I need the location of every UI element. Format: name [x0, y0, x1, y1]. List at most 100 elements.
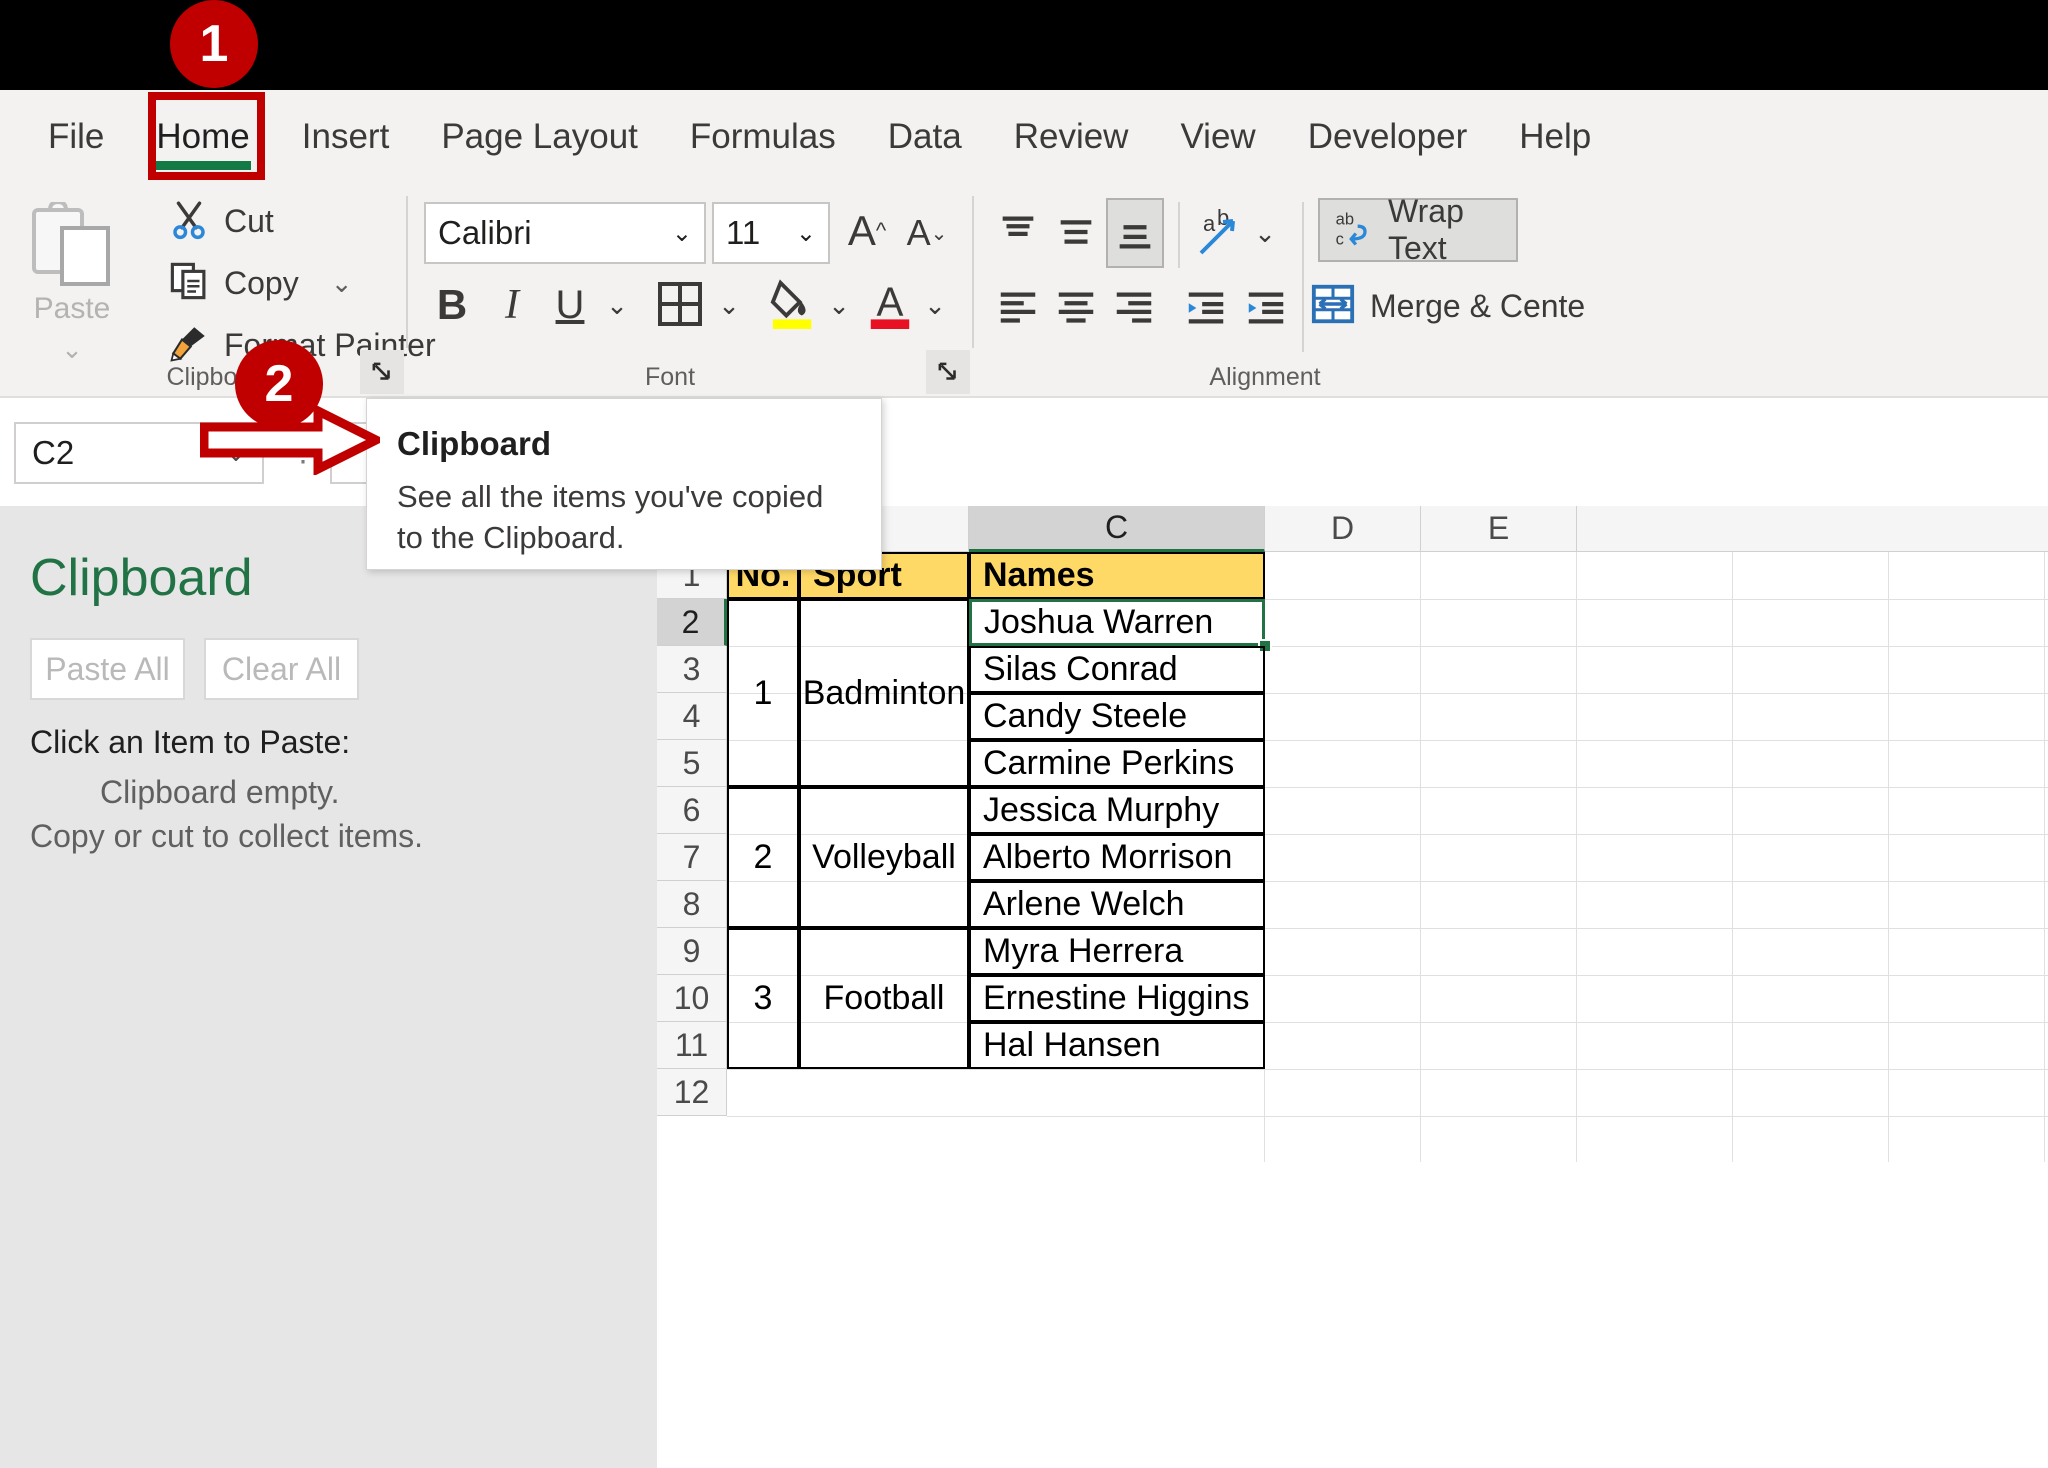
cell-c9-name[interactable]: Myra Herrera: [969, 928, 1265, 975]
svg-text:a: a: [1203, 211, 1216, 236]
tab-home[interactable]: Home: [130, 90, 275, 184]
clipboard-dialog-launcher[interactable]: [360, 350, 404, 394]
italic-button[interactable]: I: [490, 278, 534, 332]
gridline: [1732, 552, 1733, 1162]
tooltip-title: Clipboard: [397, 425, 551, 462]
cell-a2-group-no[interactable]: 1: [727, 599, 799, 787]
cell-c1-names[interactable]: Names: [969, 552, 1265, 599]
font-color-icon[interactable]: A: [862, 274, 918, 334]
gridline: [727, 1069, 2048, 1070]
row-header-3[interactable]: 3: [657, 646, 727, 693]
borders-icon[interactable]: [652, 276, 708, 332]
increase-font-size-icon[interactable]: A ^: [840, 200, 894, 262]
cell-b2-group-sport[interactable]: Badminton: [799, 599, 969, 787]
tab-review[interactable]: Review: [988, 90, 1155, 184]
cell-c4-name[interactable]: Candy Steele: [969, 693, 1265, 740]
align-top-icon[interactable]: [990, 204, 1046, 260]
tab-file[interactable]: File: [22, 90, 130, 184]
bold-button[interactable]: B: [430, 278, 474, 332]
wrap-text-button[interactable]: ab c Wrap Text: [1318, 193, 1518, 266]
font-name-chevron-down-icon[interactable]: ⌄: [672, 219, 692, 248]
align-right-icon[interactable]: [1106, 280, 1162, 336]
copy-button[interactable]: Copy ⌄: [168, 260, 353, 307]
align-center-icon[interactable]: [1048, 280, 1104, 336]
svg-text:ab: ab: [1336, 210, 1354, 228]
copy-chevron-down-icon[interactable]: ⌄: [331, 268, 353, 299]
scissors-icon: [168, 198, 210, 245]
cell-b6-group-sport[interactable]: Volleyball: [799, 787, 969, 928]
decrease-indent-icon[interactable]: [1178, 280, 1234, 336]
cell-c6-name[interactable]: Jessica Murphy: [969, 787, 1265, 834]
wrap-text-icon: ab c: [1332, 206, 1376, 255]
row-header-12[interactable]: 12: [657, 1069, 727, 1116]
tab-help[interactable]: Help: [1493, 90, 1617, 184]
clear-all-button[interactable]: Clear All: [204, 638, 359, 700]
font-name-combo[interactable]: Calibri ⌄: [424, 202, 706, 264]
tab-developer[interactable]: Developer: [1282, 90, 1494, 184]
cell-c2-name[interactable]: Joshua Warren: [969, 599, 1265, 646]
underline-chevron-down-icon[interactable]: ⌄: [600, 280, 634, 330]
fill-color-icon[interactable]: [766, 274, 822, 334]
cell-c10-name[interactable]: Ernestine Higgins: [969, 975, 1265, 1022]
cell-a6-group-no[interactable]: 2: [727, 787, 799, 928]
tab-view[interactable]: View: [1154, 90, 1281, 184]
cell-c11-name[interactable]: Hal Hansen: [969, 1022, 1265, 1069]
orientation-chevron-down-icon[interactable]: ⌄: [1248, 208, 1282, 258]
decrease-font-size-icon[interactable]: A ⌄: [900, 202, 954, 264]
row-header-2[interactable]: 2: [657, 599, 727, 646]
font-dialog-launcher[interactable]: [926, 350, 970, 394]
paste-button[interactable]: Paste ⌄: [16, 192, 128, 372]
row-header-10[interactable]: 10: [657, 975, 727, 1022]
row-header-5[interactable]: 5: [657, 740, 727, 787]
column-header-d[interactable]: D: [1265, 506, 1421, 552]
font-size-combo[interactable]: 11 ⌄: [712, 202, 830, 264]
align-middle-icon[interactable]: [1048, 204, 1104, 260]
clipboard-group-label: Clipboard: [166, 363, 274, 391]
row-header-6[interactable]: 6: [657, 787, 727, 834]
font-color-chevron-down-icon[interactable]: ⌄: [918, 280, 952, 330]
tab-formulas[interactable]: Formulas: [664, 90, 862, 184]
font-group-label: Font: [644, 363, 696, 391]
paste-label: Paste: [33, 292, 111, 325]
column-header-c[interactable]: C: [969, 506, 1265, 552]
align-bottom-icon[interactable]: [1106, 198, 1164, 268]
row-header-4[interactable]: 4: [657, 693, 727, 740]
text-orientation-icon[interactable]: a b: [1190, 202, 1248, 264]
font-size-chevron-down-icon[interactable]: ⌄: [796, 219, 816, 248]
alignment-group-label: Alignment: [1209, 363, 1321, 391]
callout-arrow-icon: [200, 405, 380, 475]
merge-center-button[interactable]: Merge & Cente: [1310, 276, 1585, 336]
tab-insert[interactable]: Insert: [276, 90, 416, 184]
merge-center-label: Merge & Cente: [1370, 287, 1586, 324]
tab-data[interactable]: Data: [862, 90, 988, 184]
cell-b9-group-sport[interactable]: Football: [799, 928, 969, 1069]
name-box-value: C2: [32, 434, 75, 471]
cell-c8-name[interactable]: Arlene Welch: [969, 881, 1265, 928]
cell-c7-name[interactable]: Alberto Morrison: [969, 834, 1265, 881]
cut-button[interactable]: Cut: [168, 198, 274, 245]
group-separator: [1178, 202, 1180, 268]
group-separator: [972, 196, 974, 348]
font-size-value: 11: [726, 214, 761, 251]
row-header-7[interactable]: 7: [657, 834, 727, 881]
underline-button[interactable]: U: [548, 278, 592, 332]
column-header-e[interactable]: E: [1421, 506, 1577, 552]
row-header-11[interactable]: 11: [657, 1022, 727, 1069]
increase-indent-icon[interactable]: [1238, 280, 1294, 336]
paste-chevron-down-icon[interactable]: ⌄: [61, 334, 83, 365]
cell-c5-name[interactable]: Carmine Perkins: [969, 740, 1265, 787]
align-left-icon[interactable]: [990, 280, 1046, 336]
cell-a9-group-no[interactable]: 3: [727, 928, 799, 1069]
wrap-text-label: Wrap Text: [1388, 193, 1464, 266]
paste-all-button[interactable]: Paste All: [30, 638, 185, 700]
row-header-8[interactable]: 8: [657, 881, 727, 928]
row-header-9[interactable]: 9: [657, 928, 727, 975]
tooltip-body: See all the items you've copied to the C…: [397, 479, 824, 555]
fill-color-chevron-down-icon[interactable]: ⌄: [822, 280, 856, 330]
borders-chevron-down-icon[interactable]: ⌄: [712, 280, 746, 330]
title-bar: [0, 0, 2048, 90]
tab-page-layout[interactable]: Page Layout: [415, 90, 664, 184]
copy-label: Copy: [224, 265, 299, 301]
group-separator: [406, 196, 408, 348]
cell-c3-name[interactable]: Silas Conrad: [969, 646, 1265, 693]
